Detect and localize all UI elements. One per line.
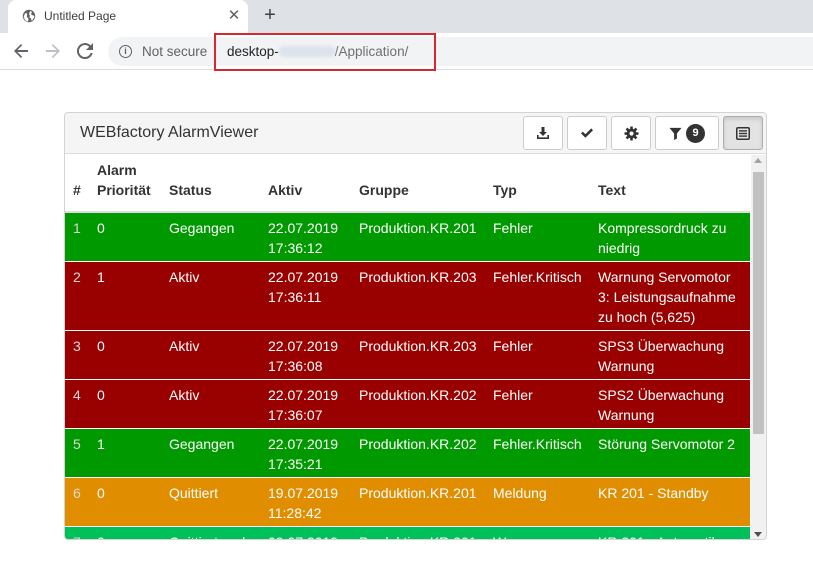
url-highlight-box [214,33,436,71]
table-row[interactable]: 4 0 Aktiv 22.07.2019 17:36:07 Produktion… [65,379,750,429]
table-row[interactable]: 5 1 Gegangen 22.07.2019 17:35:21 Produkt… [65,428,750,478]
table-row[interactable]: 7 0 Quittiert und 09.07.2019 Produktion.… [65,526,750,539]
cell-text: KR 201 - Automatik [590,526,750,539]
cell-number: 6 [65,477,89,527]
cell-number: 4 [65,379,89,429]
alarm-table-container: # Alarm Priorität Status Aktiv Gruppe Ty… [65,155,750,539]
acknowledge-button[interactable] [567,116,607,150]
cell-active: 22.07.2019 17:36:12 [260,212,351,262]
cell-status: Gegangen [161,212,260,262]
cell-status: Quittiert [161,477,260,527]
scroll-down-arrow-icon[interactable] [754,532,762,537]
cell-priority: 0 [89,379,161,429]
cell-status: Aktiv [161,261,260,331]
cell-type: Fehler.Kritisch [485,428,590,478]
table-row[interactable]: 1 0 Gegangen 22.07.2019 17:36:12 Produkt… [65,212,750,262]
cell-number: 3 [65,330,89,380]
back-arrow-icon[interactable] [9,39,33,63]
column-header-number[interactable]: # [65,155,89,213]
browser-tab[interactable]: Untitled Page ✕ [8,0,248,33]
export-button[interactable] [523,116,563,150]
cell-type: Fehler [485,330,590,380]
settings-button[interactable] [611,116,651,150]
cell-text: SPS2 Überwachung Warnung [590,379,750,429]
list-icon [736,126,750,140]
cell-priority: 1 [89,261,161,331]
alarm-table: # Alarm Priorität Status Aktiv Gruppe Ty… [65,155,750,539]
cell-text: SPS3 Überwachung Warnung [590,330,750,380]
cell-active: 22.07.2019 17:36:08 [260,330,351,380]
cell-type: Fehler [485,379,590,429]
cell-group: Produktion.KR.201 [351,212,485,262]
column-header-type[interactable]: Typ [485,155,590,213]
table-row[interactable]: 3 0 Aktiv 22.07.2019 17:36:08 Produktion… [65,330,750,380]
scroll-up-arrow-icon[interactable] [754,158,762,163]
cell-priority: 0 [89,212,161,262]
scrollbar-thumb[interactable] [753,172,764,434]
forward-arrow-icon[interactable] [41,39,65,63]
download-icon [537,127,549,139]
table-row[interactable]: 6 0 Quittiert 19.07.2019 11:28:42 Produk… [65,477,750,527]
cell-number: 5 [65,428,89,478]
panel-title: WEBfactory AlarmViewer [80,124,259,141]
column-header-active[interactable]: Aktiv [260,155,351,213]
filter-icon [669,127,682,140]
close-icon[interactable]: ✕ [226,8,242,24]
cell-priority: 1 [89,428,161,478]
cell-text: Störung Servomotor 2 [590,428,750,478]
reload-icon[interactable] [73,39,97,63]
cell-priority: 0 [89,477,161,527]
security-label[interactable]: Not secure [142,44,207,59]
cell-type: Warnung [485,526,590,539]
cell-group: Produktion.KR.203 [351,261,485,331]
cell-priority: 0 [89,526,161,539]
cell-priority: 0 [89,330,161,380]
cell-type: Fehler.Kritisch [485,261,590,331]
check-icon [581,128,593,138]
cell-active: 22.07.2019 17:36:07 [260,379,351,429]
cell-text: Kompressordruck zu niedrig [590,212,750,262]
cell-number: 2 [65,261,89,331]
cell-status: Aktiv [161,330,260,380]
cell-active: 19.07.2019 11:28:42 [260,477,351,527]
column-header-text[interactable]: Text [590,155,750,213]
cell-active: 09.07.2019 [260,526,351,539]
cell-text: KR 201 - Standby [590,477,750,527]
tab-title: Untitled Page [44,9,117,23]
cell-group: Produktion.KR.202 [351,379,485,429]
cell-group: Produktion.KR.201 [351,477,485,527]
cell-group: Produktion.KR.202 [351,428,485,478]
cell-text: Warnung Servomotor 3: Leistungsaufnahme … [590,261,750,331]
table-scrollbar[interactable] [751,155,766,539]
filter-button[interactable]: 9 [655,116,719,150]
cell-active: 22.07.2019 17:36:11 [260,261,351,331]
tab-strip: Untitled Page ✕ + [0,0,813,33]
table-header-row: # Alarm Priorität Status Aktiv Gruppe Ty… [65,155,750,213]
plus-icon[interactable]: + [258,4,282,28]
cell-group: Produktion.KR.203 [351,330,485,380]
alarm-viewer-panel: WEBfactory AlarmViewer 9 # Alarm Priorit… [64,112,767,540]
cell-status: Aktiv [161,379,260,429]
info-icon[interactable]: i [119,45,132,58]
cell-number: 1 [65,212,89,262]
gear-icon [623,125,639,141]
column-header-status[interactable]: Status [161,155,260,213]
table-row[interactable]: 2 1 Aktiv 22.07.2019 17:36:11 Produktion… [65,261,750,331]
cell-status: Quittiert und [161,526,260,539]
panel-header: WEBfactory AlarmViewer 9 [65,113,766,154]
cell-type: Fehler [485,212,590,262]
column-header-priority[interactable]: Alarm Priorität [89,155,161,213]
cell-group: Produktion.KR.201 [351,526,485,539]
column-list-button[interactable] [723,116,763,150]
browser-window: Untitled Page ✕ + i Not secure desktop- /… [0,0,813,575]
filter-count-badge: 9 [686,123,705,143]
globe-icon [22,9,36,23]
column-header-group[interactable]: Gruppe [351,155,485,213]
cell-number: 7 [65,526,89,539]
cell-type: Meldung [485,477,590,527]
cell-status: Gegangen [161,428,260,478]
cell-active: 22.07.2019 17:35:21 [260,428,351,478]
